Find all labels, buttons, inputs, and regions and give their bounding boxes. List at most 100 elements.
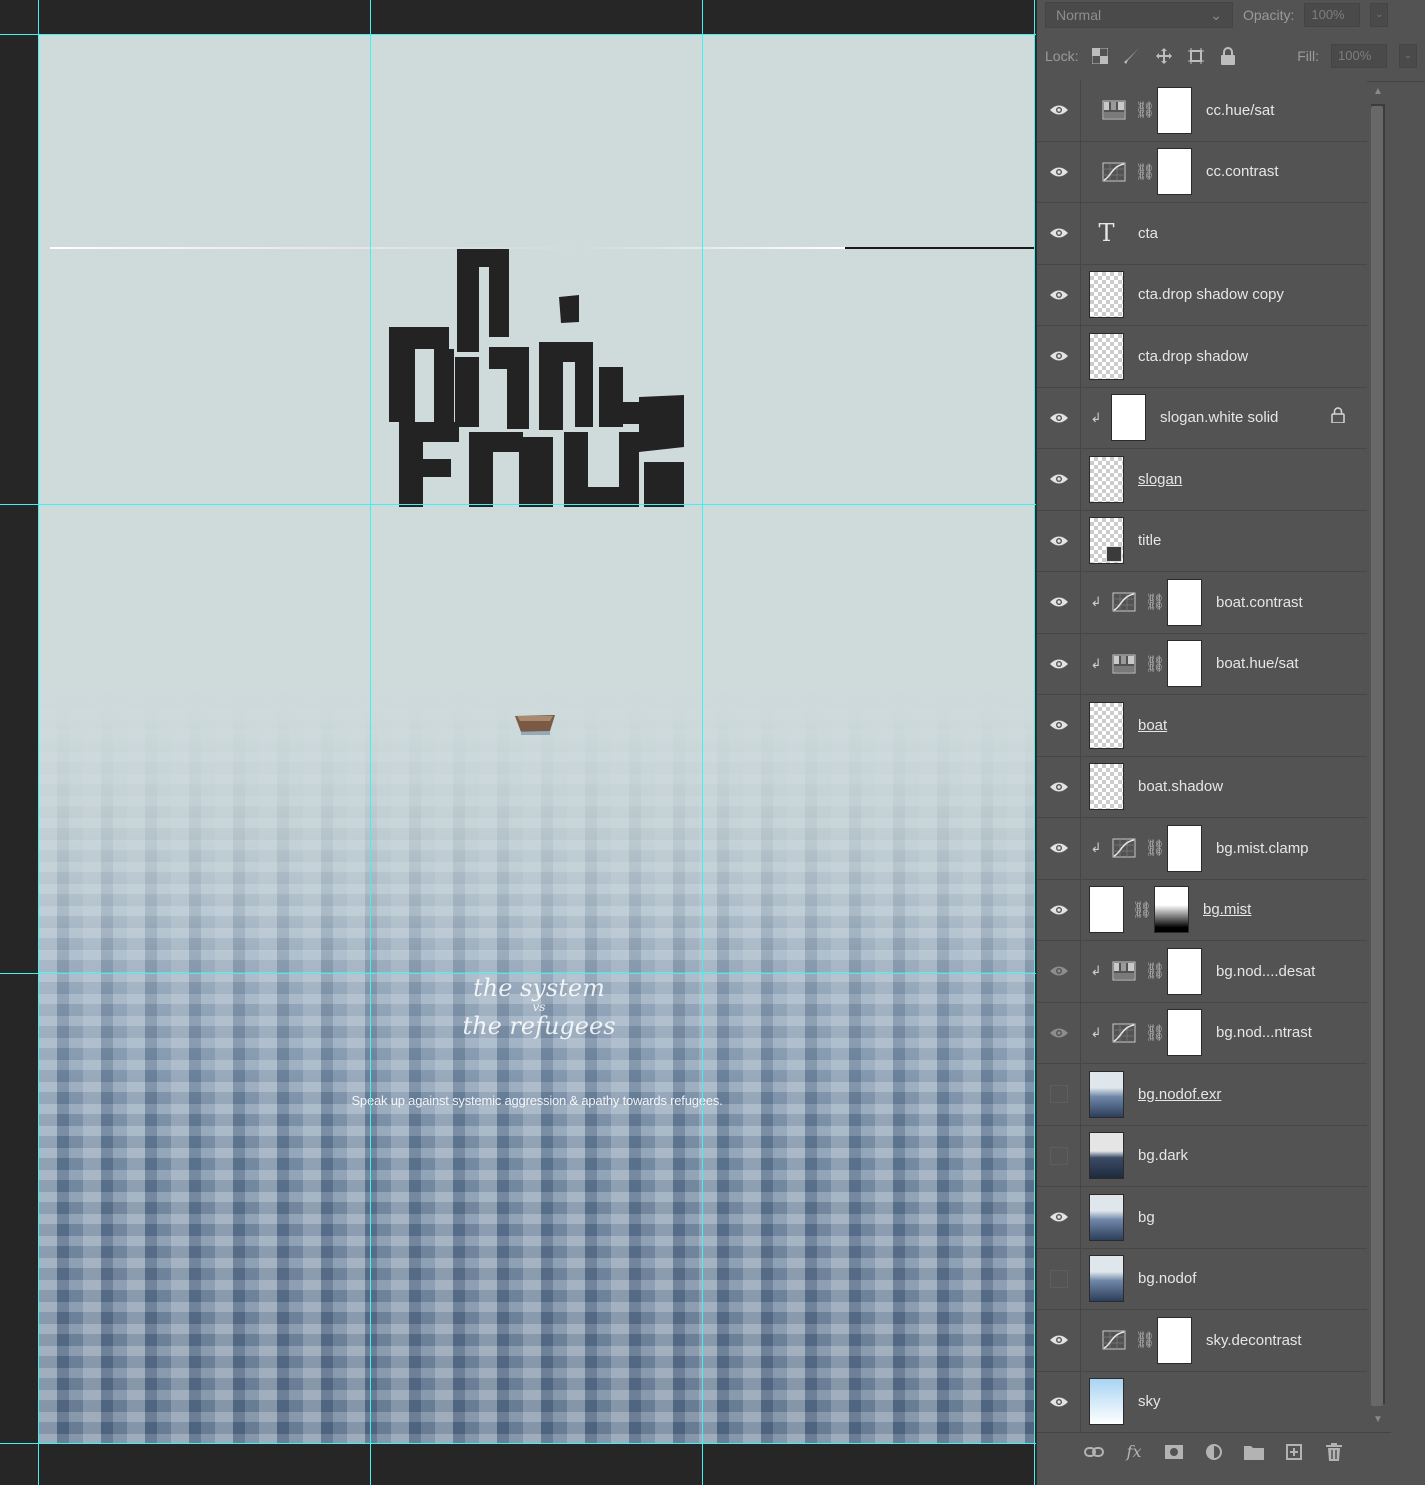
lock-all-icon[interactable]: [1218, 46, 1238, 66]
layer-thumbnail[interactable]: [1089, 1193, 1124, 1241]
visibility-eye-icon[interactable]: [1037, 756, 1081, 817]
layer-name[interactable]: boat.contrast: [1216, 594, 1303, 611]
layers-scrollbar[interactable]: ▲ ▼: [1367, 82, 1391, 1432]
visibility-empty-icon[interactable]: [1037, 1248, 1081, 1309]
visibility-empty-icon[interactable]: [1037, 1125, 1081, 1186]
layer-mask-thumbnail[interactable]: [1154, 886, 1189, 934]
document-canvas[interactable]: the system vs the refugees Speak up agai…: [0, 0, 1036, 1485]
mask-link-icon[interactable]: ⛓: [1135, 162, 1155, 182]
mask-link-icon[interactable]: ⛓: [1145, 592, 1165, 612]
layer-name[interactable]: slogan.white solid: [1160, 409, 1278, 426]
mask-link-icon[interactable]: ⛓: [1145, 961, 1165, 981]
layer-name[interactable]: bg.nod...ntrast: [1216, 1024, 1312, 1041]
guide-vertical[interactable]: [38, 0, 39, 1485]
guide-horizontal[interactable]: [0, 34, 1036, 35]
mask-link-icon[interactable]: ⛓: [1145, 838, 1165, 858]
layer-row[interactable]: ↲ ⛓ bg.nod...ntrast: [1037, 1002, 1367, 1064]
fill-input[interactable]: 100%: [1331, 43, 1387, 68]
layer-mask-thumbnail[interactable]: [1167, 824, 1202, 872]
visibility-eye-icon[interactable]: [1037, 326, 1081, 387]
mask-link-icon[interactable]: ⛓: [1132, 900, 1152, 920]
layer-thumbnail[interactable]: [1089, 701, 1124, 749]
layer-thumbnail[interactable]: [1089, 1255, 1124, 1303]
layer-row[interactable]: boat.shadow: [1037, 756, 1367, 818]
adjustment-layer-icon[interactable]: [1203, 1443, 1225, 1461]
layer-row[interactable]: ↲ ⛓ boat.hue/sat: [1037, 633, 1367, 695]
layer-row[interactable]: ⛓ bg.mist: [1037, 879, 1367, 941]
guide-vertical[interactable]: [702, 0, 703, 1485]
layer-mask-thumbnail[interactable]: [1167, 1009, 1202, 1057]
visibility-eye-icon[interactable]: [1037, 264, 1081, 325]
layer-row[interactable]: ↲ ⛓ boat.contrast: [1037, 572, 1367, 634]
layer-thumbnail[interactable]: [1089, 455, 1124, 503]
visibility-eye-icon[interactable]: [1037, 879, 1081, 940]
visibility-eye-icon[interactable]: [1037, 141, 1081, 202]
new-group-icon[interactable]: [1243, 1444, 1265, 1460]
layer-row[interactable]: boat: [1037, 695, 1367, 757]
visibility-eye-icon[interactable]: [1037, 695, 1081, 756]
scroll-up-icon[interactable]: ▲: [1373, 86, 1383, 97]
visibility-eye-icon[interactable]: [1037, 80, 1081, 141]
visibility-eye-icon[interactable]: [1037, 941, 1081, 1002]
visibility-eye-icon[interactable]: [1037, 387, 1081, 448]
layer-thumbnail[interactable]: [1089, 1378, 1124, 1426]
visibility-empty-icon[interactable]: [1037, 1064, 1081, 1125]
lock-image-pixels-icon[interactable]: [1122, 46, 1142, 66]
layer-row[interactable]: bg: [1037, 1187, 1367, 1249]
layer-thumbnail[interactable]: [1089, 271, 1124, 319]
layer-name[interactable]: bg.mist: [1203, 901, 1251, 918]
layer-name[interactable]: sky: [1138, 1393, 1161, 1410]
layer-name[interactable]: cc.hue/sat: [1206, 102, 1274, 119]
layer-thumbnail[interactable]: [1089, 332, 1124, 380]
guide-vertical[interactable]: [370, 0, 371, 1485]
layer-mask-thumbnail[interactable]: [1167, 947, 1202, 995]
visibility-eye-icon[interactable]: [1037, 633, 1081, 694]
layer-row[interactable]: ⛓ cc.hue/sat: [1037, 80, 1367, 142]
layer-row[interactable]: ↲ slogan.white solid: [1037, 387, 1367, 449]
layer-name[interactable]: cta.drop shadow copy: [1138, 286, 1284, 303]
layer-mask-thumbnail[interactable]: [1157, 86, 1192, 134]
fill-stepper[interactable]: ⌄: [1399, 43, 1417, 68]
blend-mode-select[interactable]: Normal ⌄: [1045, 2, 1233, 28]
lock-artboard-icon[interactable]: [1186, 46, 1206, 66]
scroll-thumb[interactable]: [1371, 106, 1383, 1406]
layer-row[interactable]: cta.drop shadow copy: [1037, 264, 1367, 326]
layer-name[interactable]: boat.shadow: [1138, 778, 1223, 795]
add-mask-icon[interactable]: [1163, 1444, 1185, 1459]
trash-icon[interactable]: [1323, 1442, 1345, 1461]
layer-row[interactable]: cta.drop shadow: [1037, 326, 1367, 388]
layer-name[interactable]: slogan: [1138, 471, 1182, 488]
mask-link-icon[interactable]: ⛓: [1145, 1023, 1165, 1043]
link-layers-icon[interactable]: [1083, 1446, 1105, 1458]
layer-row[interactable]: title: [1037, 510, 1367, 572]
layer-name[interactable]: cta.drop shadow: [1138, 348, 1248, 365]
mask-link-icon[interactable]: ⛓: [1135, 1330, 1155, 1350]
layer-name[interactable]: bg.dark: [1138, 1147, 1188, 1164]
visibility-eye-icon[interactable]: [1037, 449, 1081, 510]
layer-mask-thumbnail[interactable]: [1167, 578, 1202, 626]
layer-row[interactable]: slogan: [1037, 449, 1367, 511]
fx-icon[interactable]: fx: [1123, 1442, 1145, 1461]
layer-row[interactable]: ⛓ cc.contrast: [1037, 141, 1367, 203]
guide-horizontal[interactable]: [0, 504, 1036, 505]
layer-name[interactable]: bg.nodof: [1138, 1270, 1196, 1287]
visibility-eye-icon[interactable]: [1037, 818, 1081, 879]
layer-mask-thumbnail[interactable]: [1157, 1316, 1192, 1364]
guide-horizontal[interactable]: [0, 1443, 1036, 1444]
layer-row[interactable]: ↲ ⛓ bg.mist.clamp: [1037, 818, 1367, 880]
layer-name[interactable]: cta: [1138, 225, 1158, 242]
lock-transparent-pixels-icon[interactable]: [1090, 46, 1110, 66]
layer-row[interactable]: bg.nodof: [1037, 1248, 1367, 1310]
layer-name[interactable]: boat.hue/sat: [1216, 655, 1299, 672]
layer-name[interactable]: cc.contrast: [1206, 163, 1279, 180]
layer-thumbnail[interactable]: [1089, 886, 1124, 934]
mask-link-icon[interactable]: ⛓: [1135, 100, 1155, 120]
lock-position-icon[interactable]: [1154, 46, 1174, 66]
layer-name[interactable]: sky.decontrast: [1206, 1332, 1302, 1349]
visibility-eye-icon[interactable]: [1037, 1371, 1081, 1432]
visibility-eye-icon[interactable]: [1037, 1187, 1081, 1248]
layer-mask-thumbnail[interactable]: [1157, 148, 1192, 196]
layer-row[interactable]: ↲ ⛓ bg.nod....desat: [1037, 941, 1367, 1003]
layer-name[interactable]: bg: [1138, 1209, 1155, 1226]
layer-thumbnail[interactable]: [1089, 763, 1124, 811]
